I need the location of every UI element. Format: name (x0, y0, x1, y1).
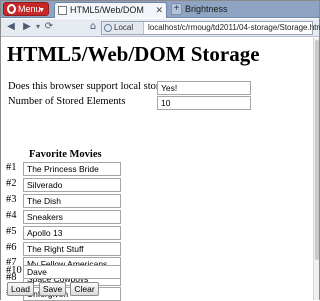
menu-button[interactable]: Menu ▼ (3, 2, 49, 16)
url-text[interactable]: localhost/c/rmoug/td2011/04-storage/Stor… (148, 22, 320, 34)
count-field[interactable]: 10 (157, 96, 251, 110)
site-info-badge[interactable]: Local (102, 22, 144, 34)
movie-field-5[interactable]: Apollo 13 (23, 226, 121, 240)
vertical-scrollbar[interactable] (313, 38, 319, 300)
count-label: Number of Stored Elements (8, 96, 126, 107)
address-bar[interactable]: Local localhost/c/rmoug/td2011/04-storag… (101, 21, 320, 35)
page-content: HTML5/Web/DOM Storage Does this browser … (1, 38, 319, 301)
history-dropdown-icon[interactable]: ▾ (35, 21, 41, 34)
movie-number: #6 (6, 242, 17, 253)
page-favicon-icon (58, 6, 67, 15)
tab-bar: Menu ▼ HTML5/Web/DOM Sto... ✕ + Brightne… (1, 1, 319, 30)
address-toolbar: ◀ ▶ ▾ ⟳ ⌂ Local localhost/c/rmoug/td2011… (1, 19, 320, 37)
movie-field-6[interactable]: The Right Stuff (23, 242, 121, 256)
back-icon[interactable]: ◀ (5, 21, 17, 34)
opera-logo-icon (7, 4, 16, 14)
browser-window: Menu ▼ HTML5/Web/DOM Sto... ✕ + Brightne… (0, 0, 320, 301)
movie-number: #2 (6, 178, 17, 189)
movie-field-3[interactable]: The Dish (23, 194, 121, 208)
tab-brightness[interactable]: + Brightness (169, 2, 243, 18)
home-icon[interactable]: ⌂ (87, 21, 99, 34)
movie-number: #4 (6, 210, 17, 221)
support-field[interactable]: Yes! (157, 81, 251, 95)
reload-icon[interactable]: ⟳ (43, 21, 55, 34)
globe-icon (104, 24, 112, 32)
plus-icon[interactable]: + (171, 3, 182, 15)
save-button[interactable]: Save (39, 282, 66, 296)
close-icon[interactable]: ✕ (155, 3, 163, 18)
scrollbar-thumb[interactable] (315, 40, 319, 260)
movie-number: #5 (6, 226, 17, 237)
movies-heading: Favorite Movies (29, 149, 102, 160)
movie-number: #10 (6, 265, 22, 276)
page-title: HTML5/Web/DOM Storage (7, 42, 260, 66)
load-button[interactable]: Load (7, 282, 34, 296)
movie-field-10[interactable]: Dave (23, 265, 121, 279)
movie-number: #1 (6, 162, 17, 173)
forward-icon[interactable]: ▶ (21, 21, 33, 34)
movie-field-1[interactable]: The Princess Bride (23, 162, 121, 176)
tab-storage[interactable]: HTML5/Web/DOM Sto... ✕ (54, 2, 167, 30)
chevron-down-icon: ▼ (38, 7, 45, 14)
tab-title: Brightness (185, 4, 228, 14)
movie-number: #3 (6, 194, 17, 205)
support-label: Does this browser support local storage? (8, 81, 179, 92)
clear-button[interactable]: Clear (70, 282, 99, 296)
site-info-label: Local (114, 23, 134, 32)
movie-field-4[interactable]: Sneakers (23, 210, 121, 224)
movie-field-2[interactable]: Silverado (23, 178, 121, 192)
